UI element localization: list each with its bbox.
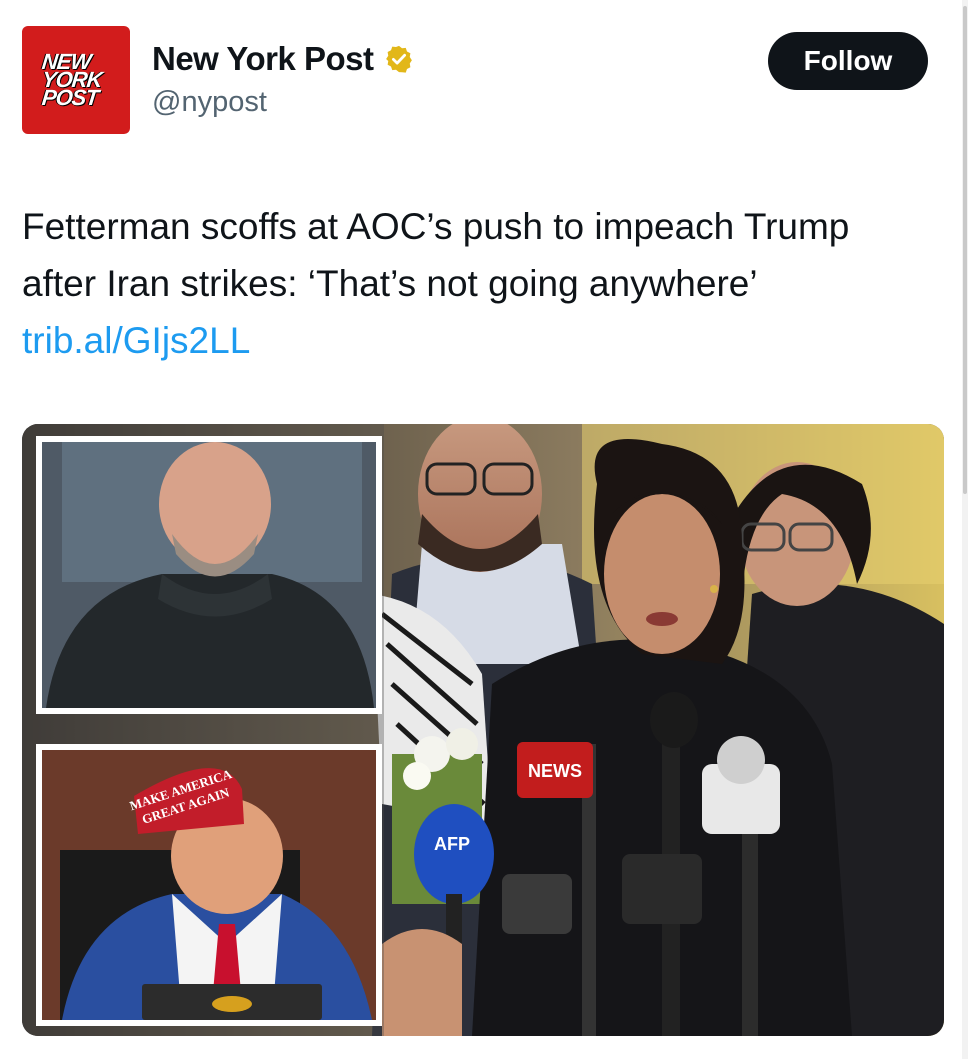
- avatar-nypost-logo[interactable]: NEW YORK POST: [22, 26, 130, 134]
- scrollbar-thumb[interactable]: [963, 6, 967, 494]
- hand-holding-mic: [382, 929, 462, 1036]
- tweet-link[interactable]: trib.al/GIjs2LL: [22, 320, 250, 361]
- logo-text-line-3: POST: [40, 85, 100, 110]
- afp-mic-label: AFP: [434, 834, 470, 854]
- news-mic-label: NEWS: [528, 761, 582, 781]
- tweet-header: NEW YORK POST New York Post @nypost Foll…: [22, 26, 928, 134]
- display-name[interactable]: New York Post: [152, 40, 374, 78]
- microphone-afp: [414, 804, 494, 904]
- microphone-center: [650, 692, 698, 748]
- follow-button[interactable]: Follow: [768, 32, 928, 90]
- tweet-body: Fetterman scoffs at AOC’s push to impeac…: [22, 206, 850, 304]
- inset-photo-trump: MAKE AMERICA GREAT AGAIN: [36, 744, 382, 1026]
- inset-photo-fetterman: [36, 436, 382, 714]
- tweet-text: Fetterman scoffs at AOC’s push to impeac…: [22, 198, 922, 369]
- verified-badge-icon: [386, 45, 412, 73]
- account-names: New York Post @nypost: [152, 40, 414, 119]
- scrollbar-track[interactable]: [962, 0, 968, 1059]
- composite-photo: NEWS AFP MAKE AMERICA GREAT AGAIN: [22, 424, 944, 1036]
- tweet-media-image[interactable]: NEWS AFP MAKE AMERICA GREAT AGAIN: [22, 424, 944, 1036]
- account-handle[interactable]: @nypost: [152, 86, 414, 119]
